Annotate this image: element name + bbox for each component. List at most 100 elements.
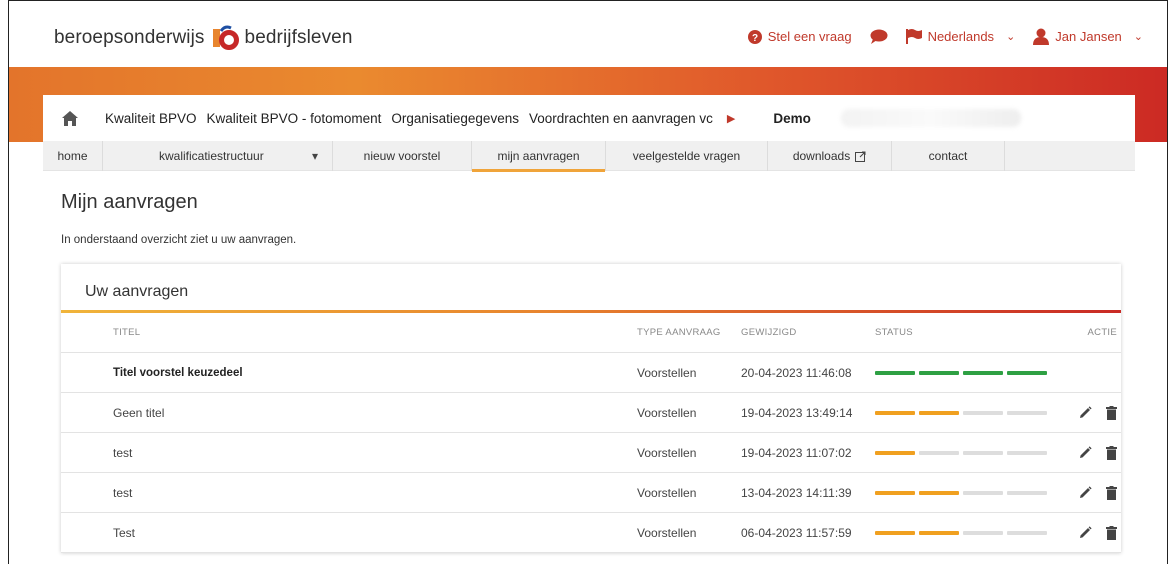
tab-veelgestelde-vragen[interactable]: veelgestelde vragen [606,141,768,171]
table-row[interactable]: Test Voorstellen 06-04-2023 11:57:59 [61,513,1121,553]
status-segment [963,410,1003,415]
pencil-icon[interactable] [1079,445,1092,460]
user-menu[interactable]: Jan Jansen ⌄ [1033,28,1143,45]
pencil-icon[interactable] [1079,485,1092,500]
pencil-icon[interactable] [1079,525,1092,540]
logo-text-left: beroepsonderwijs [54,27,205,48]
status-progress [875,490,1071,495]
tab-kwalificatiestructuur[interactable]: kwalificatiestructuur ▾ [103,141,333,171]
row-title[interactable]: test [61,446,637,460]
tab-label: home [57,149,88,163]
breadcrumb-current: Demo [773,110,811,126]
breadcrumb: Kwaliteit BPVO Kwaliteit BPVO - fotomome… [43,95,1135,141]
logo-icon [212,25,239,50]
status-progress [875,410,1071,415]
tab-label: nieuw voorstel [363,149,441,163]
trash-icon[interactable] [1106,485,1117,500]
row-title[interactable]: Test [61,526,637,540]
tab-label: mijn aanvragen [497,149,580,163]
row-type: Voorstellen [637,365,697,380]
pencil-icon[interactable] [1079,405,1092,420]
trash-icon[interactable] [1106,405,1117,420]
tab-downloads[interactable]: downloads [768,141,892,171]
browser-frame: beroepsonderwijs bedrijfsleven ? Stel ee… [8,0,1168,564]
status-progress [875,450,1071,455]
question-circle-icon: ? [747,29,762,44]
status-segment [875,370,915,375]
tab-label: veelgestelde vragen [632,149,741,163]
table-body: Titel voorstel keuzedeel Voorstellen 20-04… [61,353,1121,553]
user-icon [1033,28,1050,45]
status-segment [1007,450,1047,455]
caret-down-icon: ▾ [311,149,318,163]
status-segment [875,490,915,495]
row-actions [1071,525,1121,540]
table-row[interactable]: test Voorstellen 13-04-2023 14:11:39 [61,473,1121,513]
tab-label: kwalificatiestructuur [159,149,264,163]
status-segment [919,530,959,535]
tab-contact[interactable]: contact [892,141,1005,171]
row-modified: 19-04-2023 13:49:14 [741,405,853,420]
chat-bubble-icon [870,29,888,44]
row-type: Voorstellen [637,405,697,420]
tab-home[interactable]: home [43,141,103,171]
chat-button[interactable] [870,29,888,44]
language-label: Nederlands [927,29,995,44]
column-header-type[interactable]: TYPE AANVRAAG [637,327,741,338]
row-type: Voorstellen [637,445,697,460]
external-link-icon [855,151,866,162]
language-selector[interactable]: Nederlands ⌄ [905,29,1016,44]
status-segment [875,450,915,455]
table-row[interactable]: Titel voorstel keuzedeel Voorstellen 20-04… [61,353,1121,393]
breadcrumb-item[interactable]: Kwaliteit BPVO - fotomoment [207,111,382,126]
row-title[interactable]: Geen titel [61,406,637,420]
column-header-modified[interactable]: GEWIJZIGD [741,327,875,338]
row-modified: 20-04-2023 11:46:08 [741,365,852,380]
chevron-down-icon: ⌄ [1006,31,1016,43]
status-segment [1007,490,1047,495]
table-row[interactable]: Geen titel Voorstellen 19-04-2023 13:49:14 [61,393,1121,433]
status-segment [963,450,1003,455]
row-title[interactable]: test [61,486,637,500]
column-header-action: ACTIE [1087,327,1117,338]
status-segment [1007,370,1047,375]
row-actions [1071,405,1121,420]
status-segment [919,450,959,455]
row-modified: 19-04-2023 11:07:02 [741,445,852,460]
row-actions [1071,445,1121,460]
tab-label: downloads [792,149,851,163]
row-actions [1071,485,1121,500]
help-label: Stel een vraag [767,29,852,44]
svg-text:?: ? [752,33,758,44]
home-icon[interactable] [59,110,81,126]
tab-label: contact [928,149,968,163]
column-header-title[interactable]: TITEL [61,327,637,338]
page-title: Mijn aanvragen [61,191,198,213]
column-header-status[interactable]: STATUS [875,327,1071,338]
trash-icon[interactable] [1106,525,1117,540]
status-segment [1007,410,1047,415]
row-title[interactable]: Titel voorstel keuzedeel [61,367,637,379]
row-modified: 06-04-2023 11:57:59 [741,525,852,540]
breadcrumb-item[interactable]: Voordrachten en aanvragen vc [529,111,713,126]
breadcrumb-item[interactable]: Organisatiegegevens [391,111,519,126]
caret-right-icon[interactable]: ▶ [727,112,735,125]
status-segment [875,410,915,415]
row-type: Voorstellen [637,485,697,500]
help-link[interactable]: ? Stel een vraag [747,29,852,44]
flag-icon [905,29,922,44]
status-segment [919,490,959,495]
tab-nieuw-voorstel[interactable]: nieuw voorstel [333,141,472,171]
content-area: Mijn aanvragen In onderstaand overzicht … [43,191,1135,553]
requests-card: Uw aanvragen TITEL TYPE AANVRAAG GEWIJZI… [61,264,1121,553]
row-modified: 13-04-2023 14:11:39 [741,485,852,500]
top-bar: beroepsonderwijs bedrijfsleven ? Stel ee… [9,1,1167,67]
table-row[interactable]: test Voorstellen 19-04-2023 11:07:02 [61,433,1121,473]
breadcrumb-item[interactable]: Kwaliteit BPVO [105,111,197,126]
logo[interactable]: beroepsonderwijs bedrijfsleven [54,25,353,51]
tab-mijn-aanvragen[interactable]: mijn aanvragen [472,141,606,172]
trash-icon[interactable] [1106,445,1117,460]
status-segment [919,410,959,415]
logo-text-right: bedrijfsleven [244,27,353,48]
chevron-down-icon: ⌄ [1133,31,1143,43]
